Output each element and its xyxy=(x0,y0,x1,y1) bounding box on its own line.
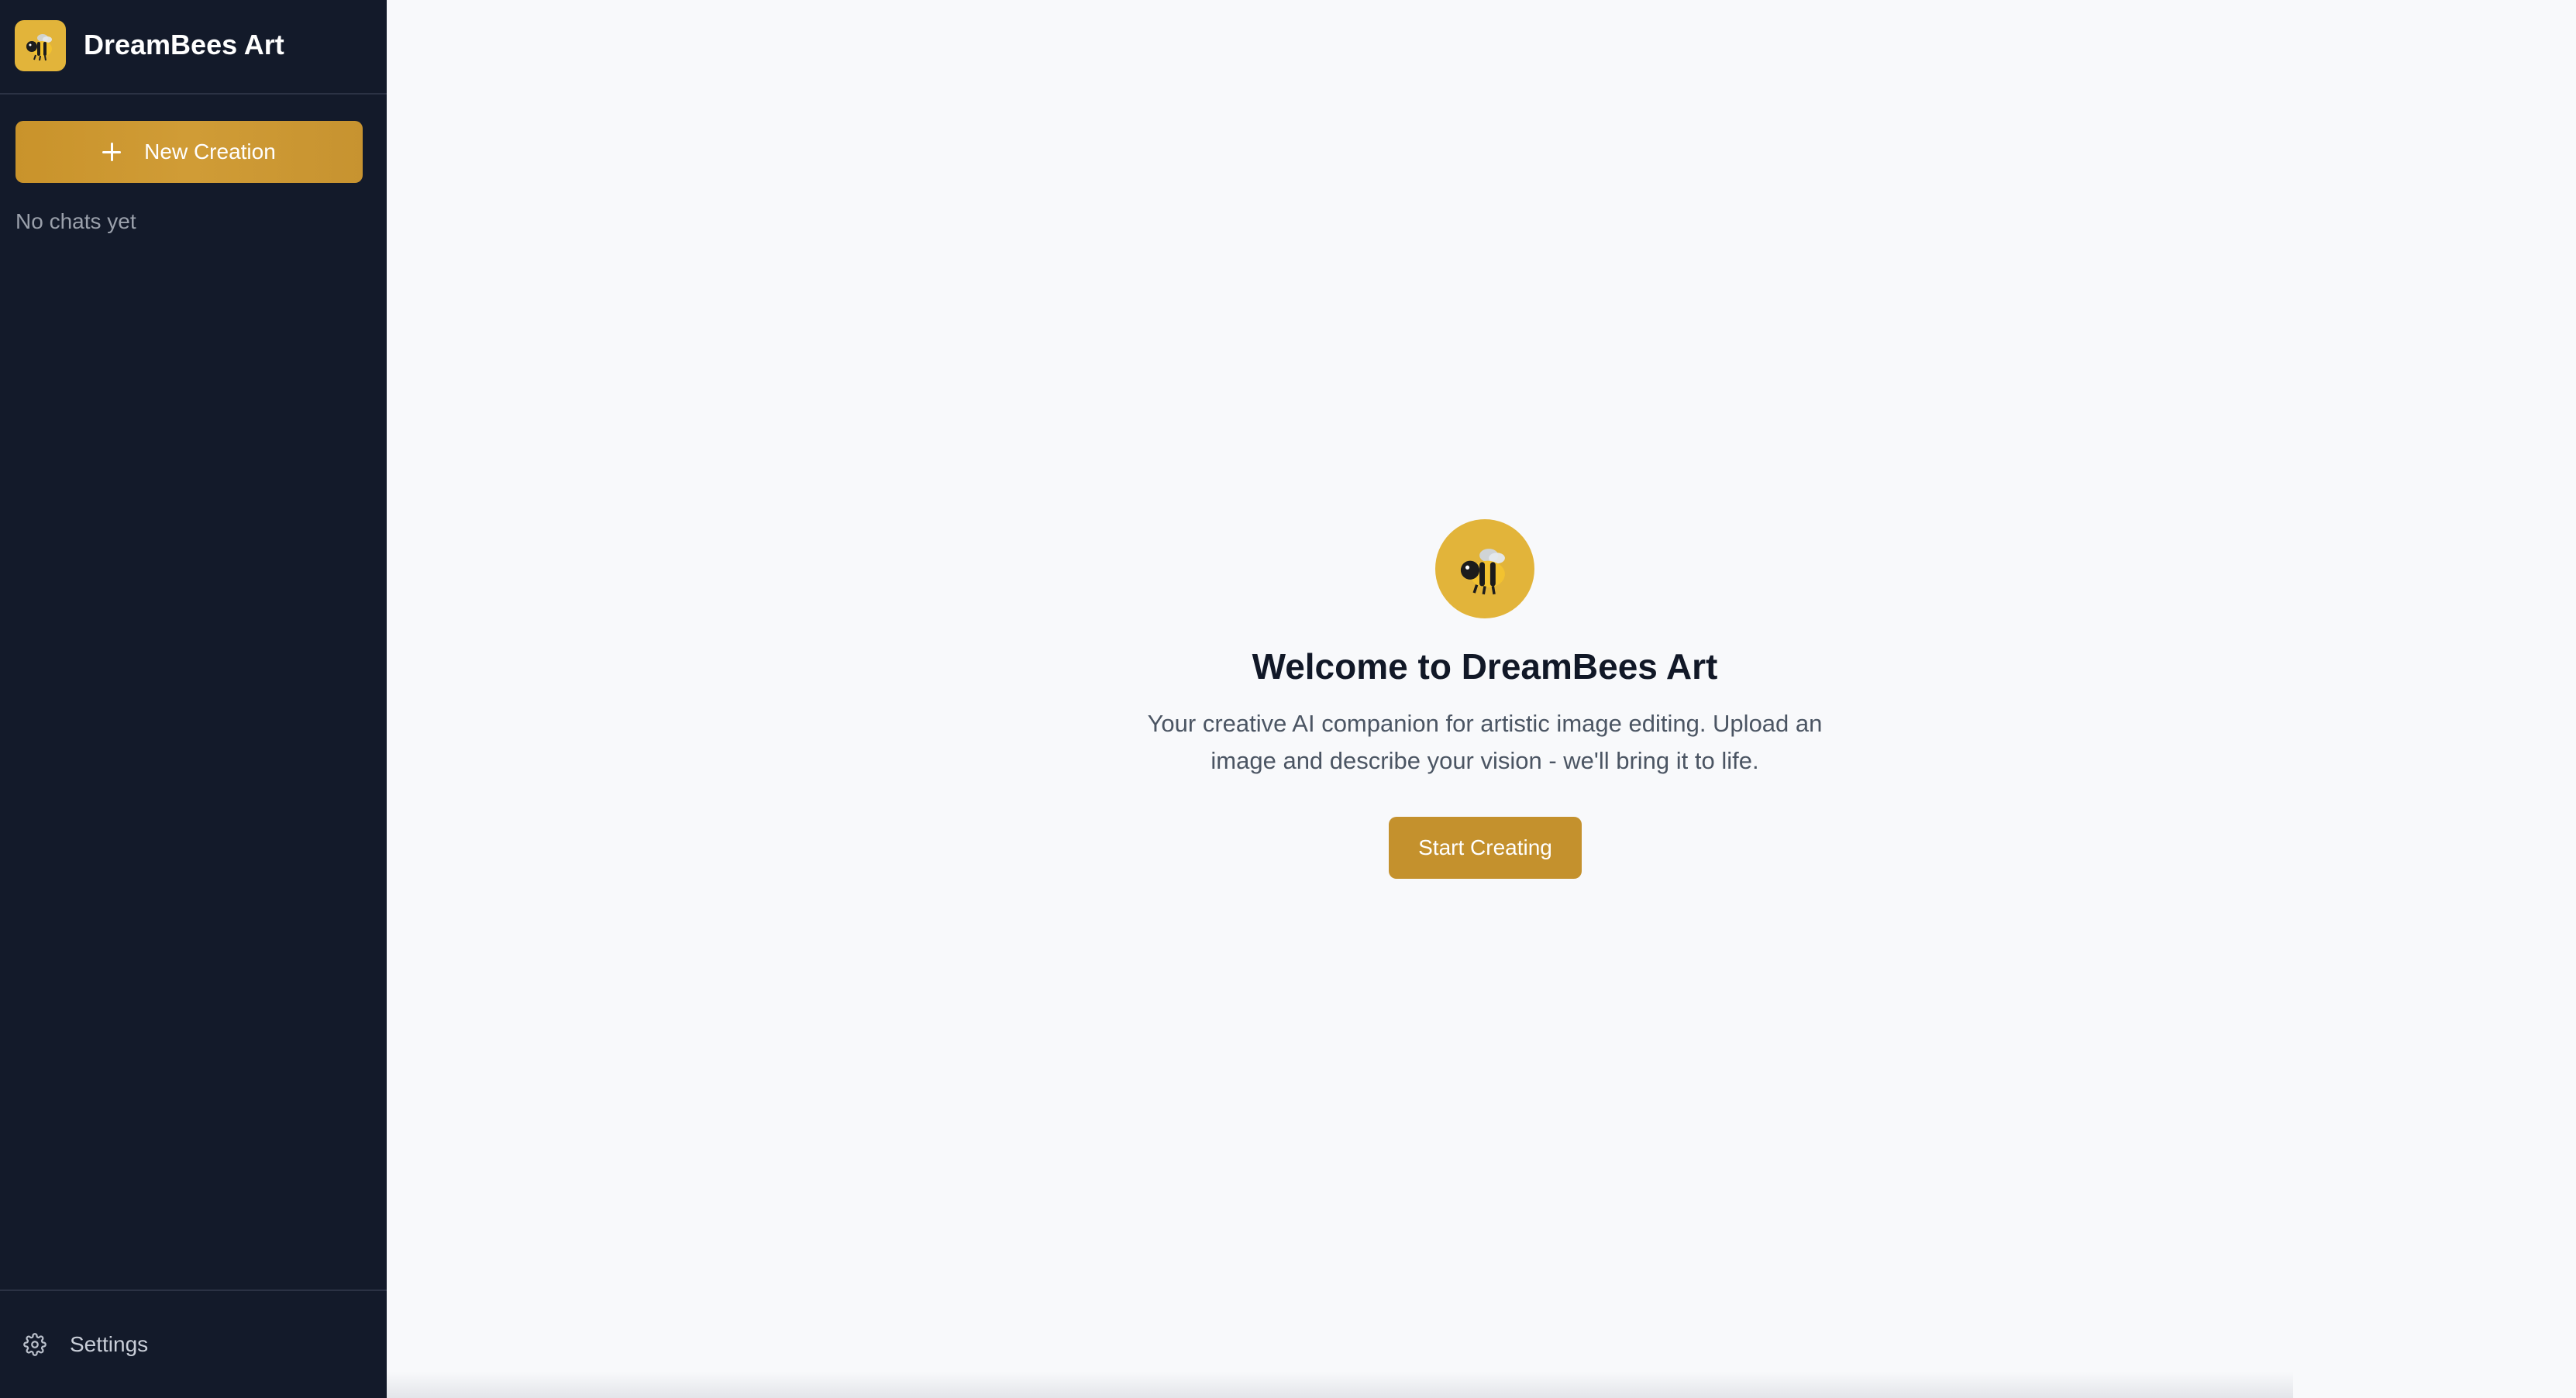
plus-icon xyxy=(102,143,122,161)
sidebar-footer: Settings xyxy=(0,1290,387,1398)
start-creating-button[interactable]: Start Creating xyxy=(1389,817,1582,879)
bottom-fade xyxy=(387,1372,2293,1398)
gear-icon xyxy=(23,1333,46,1356)
sidebar: DreamBees Art New Creation No chats yet … xyxy=(0,0,387,1398)
chat-list-empty-state: No chats yet xyxy=(15,209,136,233)
app-title: DreamBees Art xyxy=(84,29,284,60)
bee-icon xyxy=(1435,519,1534,618)
new-creation-button[interactable]: New Creation xyxy=(15,121,363,183)
new-creation-label: New Creation xyxy=(144,139,276,164)
settings-button[interactable]: Settings xyxy=(23,1325,148,1364)
welcome-title: Welcome to DreamBees Art xyxy=(1252,646,1718,687)
settings-label: Settings xyxy=(70,1332,149,1356)
sidebar-header: DreamBees Art xyxy=(0,0,387,95)
welcome-subtitle: Your creative AI companion for artistic … xyxy=(1147,710,1823,774)
main-content: Welcome to DreamBees Art Your creative A… xyxy=(387,0,2576,1398)
bee-icon xyxy=(15,20,66,71)
